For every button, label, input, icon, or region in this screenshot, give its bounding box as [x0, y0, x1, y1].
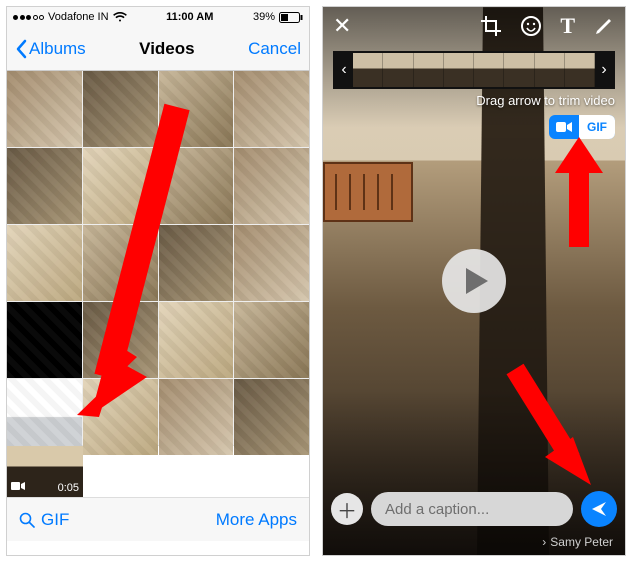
video-thumb[interactable]: [234, 379, 309, 455]
send-button[interactable]: [581, 491, 617, 527]
video-thumb[interactable]: [83, 302, 158, 378]
play-icon: [464, 266, 490, 296]
video-icon: [11, 481, 25, 494]
bottom-toolbar: GIF More Apps: [7, 497, 309, 541]
video-thumb[interactable]: [7, 302, 82, 378]
cancel-button[interactable]: Cancel: [248, 39, 301, 59]
back-button[interactable]: Albums: [15, 39, 86, 59]
video-editor-screen: ✕ T ‹ › Drag arrow to trim video GIF ＋ A: [322, 6, 626, 556]
video-thumb[interactable]: [83, 225, 158, 301]
video-thumb[interactable]: [83, 148, 158, 224]
caption-input[interactable]: Add a caption...: [371, 492, 573, 526]
nav-bar: Albums Videos Cancel: [7, 27, 309, 71]
chevron-left-icon: [15, 39, 27, 59]
text-icon[interactable]: T: [560, 13, 575, 39]
video-thumb[interactable]: [83, 379, 158, 455]
wifi-icon: [113, 12, 127, 23]
video-thumb[interactable]: [7, 379, 82, 455]
photos-picker-screen: Vodafone IN 11:00 AM 39% Albums Videos C…: [6, 6, 310, 556]
signal-dots-icon: [13, 15, 44, 20]
chevron-right-icon: ›: [542, 535, 546, 549]
trim-handle-left[interactable]: ‹: [335, 53, 353, 87]
video-thumb[interactable]: [159, 302, 234, 378]
video-grid[interactable]: [7, 71, 309, 445]
crop-icon[interactable]: [480, 15, 502, 37]
draw-icon[interactable]: [593, 15, 615, 37]
caption-placeholder: Add a caption...: [385, 501, 489, 518]
close-button[interactable]: ✕: [333, 13, 351, 39]
video-thumb[interactable]: [234, 71, 309, 147]
battery-icon: [279, 12, 303, 23]
selected-video-thumb[interactable]: 0:05: [7, 446, 83, 497]
video-thumb[interactable]: [7, 71, 82, 147]
video-thumb[interactable]: [159, 71, 234, 147]
video-thumb[interactable]: [234, 148, 309, 224]
recipient-label: › Samy Peter: [542, 535, 613, 549]
video-icon: [549, 121, 579, 133]
emoji-icon[interactable]: [520, 15, 542, 37]
add-media-button[interactable]: ＋: [331, 493, 363, 525]
clock-label: 11:00 AM: [166, 11, 213, 23]
trim-frames[interactable]: [353, 53, 595, 87]
status-bar: Vodafone IN 11:00 AM 39%: [7, 7, 309, 27]
video-thumb[interactable]: [159, 225, 234, 301]
video-thumb[interactable]: [7, 225, 82, 301]
gif-label: GIF: [41, 510, 69, 530]
duration-label: 0:05: [58, 482, 79, 494]
search-icon: [19, 512, 35, 528]
page-title: Videos: [139, 39, 194, 59]
back-label: Albums: [29, 39, 86, 59]
video-thumb[interactable]: [159, 148, 234, 224]
carrier-label: Vodafone IN: [48, 11, 109, 23]
trim-handle-right[interactable]: ›: [595, 53, 613, 87]
video-thumb[interactable]: [159, 379, 234, 455]
video-thumb[interactable]: [83, 71, 158, 147]
editor-top-bar: ✕ T: [323, 7, 625, 45]
more-apps-button[interactable]: More Apps: [216, 510, 297, 530]
battery-percent: 39%: [253, 11, 275, 23]
play-button[interactable]: [442, 249, 506, 313]
trim-hint: Drag arrow to trim video: [476, 93, 615, 108]
recipient-name: Samy Peter: [550, 535, 613, 549]
video-thumb[interactable]: [7, 148, 82, 224]
trim-strip[interactable]: ‹ ›: [333, 51, 615, 89]
gif-toggle[interactable]: GIF: [549, 115, 615, 139]
gif-label: GIF: [579, 115, 615, 139]
video-thumb[interactable]: [234, 302, 309, 378]
gif-search-button[interactable]: GIF: [19, 510, 69, 530]
send-icon: [590, 500, 608, 518]
caption-bar: ＋ Add a caption...: [331, 489, 617, 529]
video-thumb[interactable]: [234, 225, 309, 301]
